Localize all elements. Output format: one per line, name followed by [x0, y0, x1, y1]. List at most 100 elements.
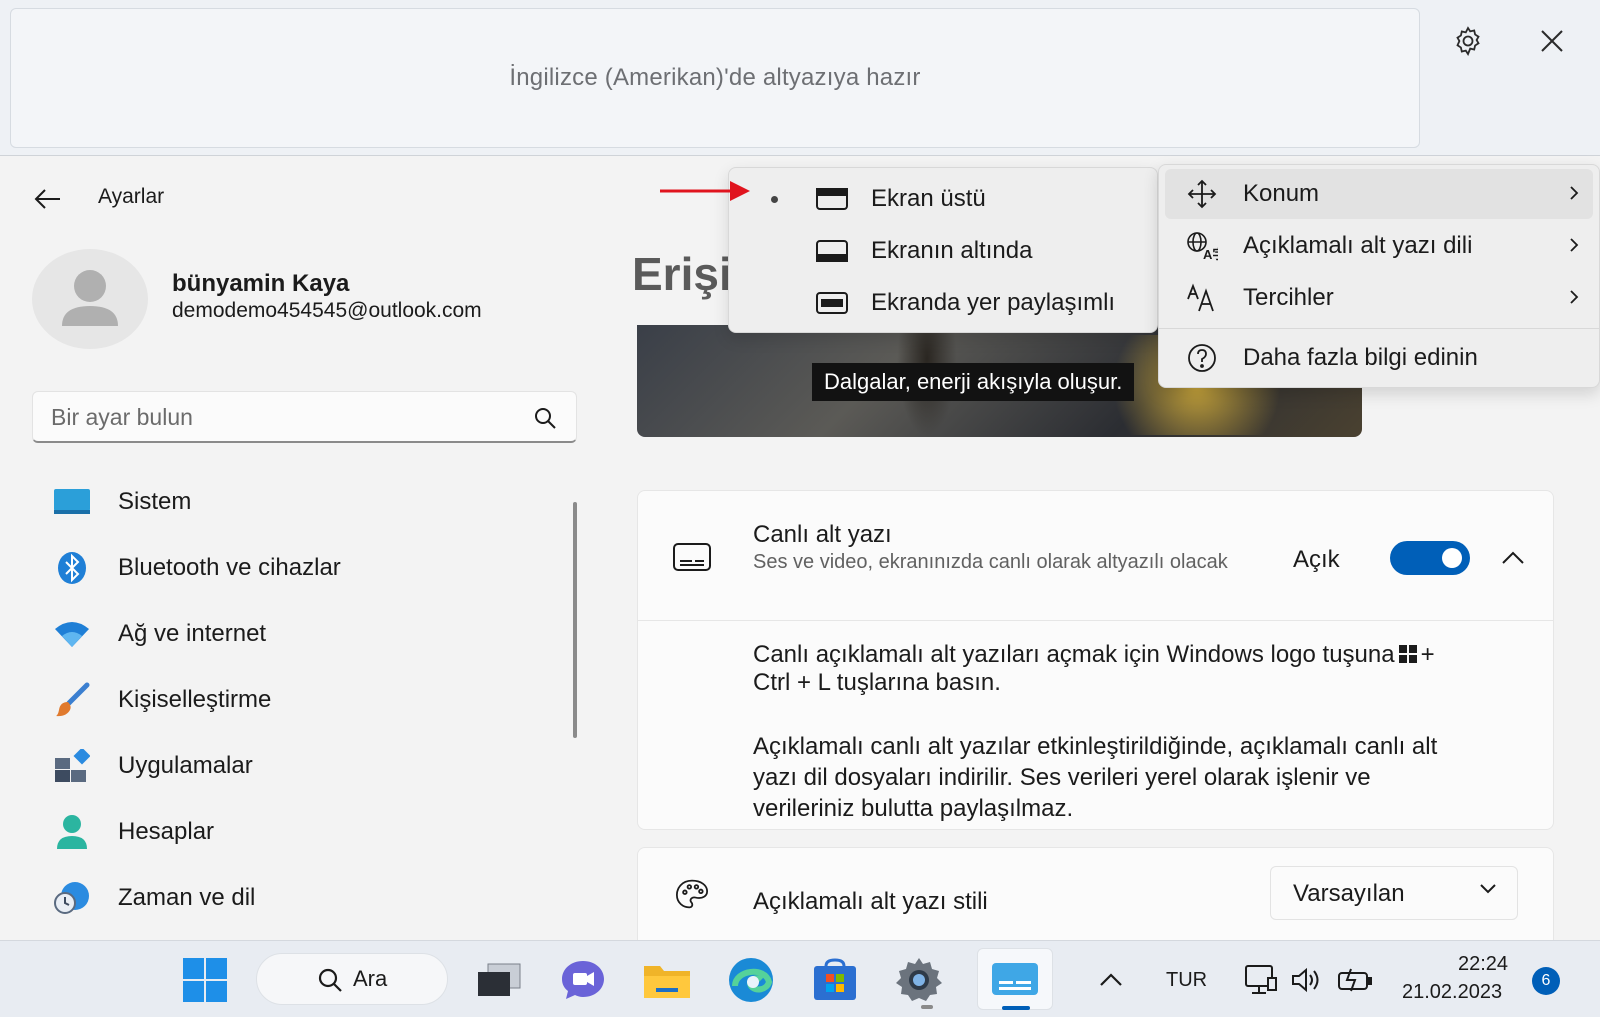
- file-explorer-button[interactable]: [640, 953, 694, 1007]
- menu-item-label: Tercihler: [1243, 284, 1334, 311]
- caption-display: İngilizce (Amerikan)'de altyazıya hazır: [10, 8, 1420, 148]
- edge-browser-icon: [729, 958, 773, 1002]
- clock-date[interactable]: 21.02.2023: [1402, 981, 1502, 1004]
- volume-button[interactable]: [1280, 953, 1334, 1007]
- text-size-icon: [1185, 283, 1219, 313]
- menu-item-preferences[interactable]: Tercihler: [1165, 273, 1593, 323]
- help-icon: [1185, 343, 1219, 373]
- collapse-button[interactable]: [1493, 538, 1533, 578]
- search-input[interactable]: [51, 400, 521, 434]
- windows-logo-icon: [183, 958, 227, 1002]
- start-button[interactable]: [178, 953, 232, 1007]
- selected-bullet-icon: [771, 196, 778, 203]
- hero-caption: Dalgalar, enerji akışıyla oluşur.: [812, 363, 1135, 401]
- chat-icon: [562, 961, 604, 999]
- live-captions-info: Canlı açıklamalı alt yazıları açmak için…: [753, 641, 1463, 858]
- sidebar-item-label: Hesaplar: [118, 818, 215, 845]
- sidebar-nav: Sistem Bluetooth ve cihazlar Ağ ve inter…: [32, 469, 572, 931]
- caption-close-button[interactable]: [1524, 18, 1580, 64]
- search-icon: [318, 968, 342, 992]
- menu-item-learn-more[interactable]: Daha fazla bilgi edinin: [1165, 333, 1593, 383]
- caption-settings-button[interactable]: [1440, 18, 1496, 64]
- apps-icon: [52, 746, 92, 786]
- caption-style-dropdown[interactable]: Varsayılan: [1270, 866, 1518, 920]
- toggle-knob: [1442, 548, 1462, 568]
- menu-item-ekranda-yer-paylasimli[interactable]: Ekranda yer paylaşımlı: [735, 278, 1153, 328]
- person-placeholder-icon: [62, 270, 118, 326]
- globe-clock-icon: [52, 878, 92, 918]
- monitor-icon: [52, 482, 92, 522]
- battery-button[interactable]: [1328, 953, 1382, 1007]
- settings-app-button[interactable]: [892, 953, 946, 1007]
- sidebar-item-network[interactable]: Ağ ve internet: [32, 601, 572, 667]
- running-indicator: [921, 1005, 933, 1009]
- live-captions-toggle[interactable]: [1390, 541, 1470, 575]
- palette-icon: [675, 879, 709, 909]
- live-captions-taskbar-button[interactable]: [977, 948, 1053, 1010]
- sidebar-scrollbar[interactable]: [573, 502, 577, 738]
- user-name: bünyamin Kaya: [172, 270, 350, 297]
- store-button[interactable]: [808, 953, 862, 1007]
- input-language[interactable]: TUR: [1166, 969, 1207, 992]
- task-view-icon: [478, 963, 521, 996]
- window-bottom-icon: [815, 236, 849, 266]
- back-button[interactable]: [28, 179, 68, 219]
- position-submenu: Ekran üstü Ekranın altında Ekranda yer p…: [728, 167, 1158, 333]
- caption-style-value: Varsayılan: [1293, 880, 1405, 907]
- taskbar: Ara TUR 22:24 21.02.2023 6: [0, 940, 1600, 1017]
- live-captions-description: Ses ve video, ekranınızda canlı olarak a…: [753, 551, 1228, 573]
- menu-item-ekranin-altinda[interactable]: Ekranın altında: [735, 226, 1153, 276]
- sidebar-item-sistem[interactable]: Sistem: [32, 469, 572, 535]
- sidebar-item-label: Zaman ve dil: [118, 884, 256, 911]
- menu-separator: [1159, 328, 1599, 329]
- sidebar-item-time-language[interactable]: Zaman ve dil: [32, 865, 572, 931]
- chevron-right-icon: [1570, 290, 1579, 304]
- chevron-right-icon: [1570, 186, 1579, 200]
- window-top-icon: [815, 184, 849, 214]
- bluetooth-icon: [52, 548, 92, 588]
- settings-search[interactable]: [32, 391, 577, 443]
- menu-item-label: Daha fazla bilgi edinin: [1243, 344, 1478, 371]
- menu-item-konum[interactable]: Konum: [1165, 169, 1593, 219]
- menu-item-caption-language[interactable]: A字 Açıklamalı alt yazı dili: [1165, 221, 1593, 271]
- chevron-down-icon: [1480, 884, 1496, 894]
- sidebar-item-label: Bluetooth ve cihazlar: [118, 554, 341, 581]
- live-captions-header[interactable]: Canlı alt yazı Ses ve video, ekranınızda…: [638, 491, 1553, 621]
- sidebar-item-apps[interactable]: Uygulamalar: [32, 733, 572, 799]
- page-title: Erişi: [632, 248, 732, 300]
- menu-item-label: Ekranda yer paylaşımlı: [871, 289, 1116, 316]
- sidebar-item-label: Kişiselleştirme: [118, 686, 272, 713]
- sidebar-item-accounts[interactable]: Hesaplar: [32, 799, 572, 865]
- caption-style-card: Açıklamalı alt yazı stili Varsayılan: [637, 847, 1554, 940]
- windows-key-icon: [1398, 645, 1417, 663]
- taskbar-search[interactable]: Ara: [256, 953, 448, 1005]
- captions-icon: [673, 543, 711, 571]
- taskbar-search-label: Ara: [353, 966, 388, 991]
- search-icon[interactable]: [532, 405, 558, 431]
- window-overlay-icon: [815, 288, 849, 318]
- close-icon: [1541, 30, 1563, 52]
- language-icon: A字: [1185, 231, 1219, 261]
- privacy-note: Açıklamalı canlı alt yazılar etkinleştir…: [753, 733, 1438, 822]
- battery-charging-icon: [1338, 968, 1372, 992]
- live-caption-bar: İngilizce (Amerikan)'de altyazıya hazır: [0, 0, 1600, 156]
- menu-item-ekran-ustu[interactable]: Ekran üstü: [735, 174, 1153, 224]
- notification-badge[interactable]: 6: [1532, 967, 1560, 995]
- sidebar-item-bluetooth[interactable]: Bluetooth ve cihazlar: [32, 535, 572, 601]
- sidebar-item-label: Sistem: [118, 488, 192, 515]
- avatar[interactable]: [32, 249, 148, 349]
- edge-browser-button[interactable]: [724, 953, 778, 1007]
- chat-app-button[interactable]: [556, 953, 610, 1007]
- task-view-button[interactable]: [472, 953, 526, 1007]
- show-hidden-icons-button[interactable]: [1084, 953, 1138, 1007]
- menu-item-label: Açıklamalı alt yazı dili: [1243, 232, 1473, 259]
- user-email: demodemo454545@outlook.com: [172, 299, 482, 322]
- volume-icon: [1292, 967, 1319, 993]
- sidebar-item-personalization[interactable]: Kişiselleştirme: [32, 667, 572, 733]
- caption-status-text: İngilizce (Amerikan)'de altyazıya hazır: [509, 64, 921, 91]
- move-icon: [1185, 179, 1219, 209]
- network-monitor-icon: [1245, 965, 1277, 994]
- chevron-up-icon: [1100, 973, 1122, 986]
- clock-time[interactable]: 22:24: [1458, 953, 1508, 976]
- annotation-arrow-icon: [660, 181, 750, 201]
